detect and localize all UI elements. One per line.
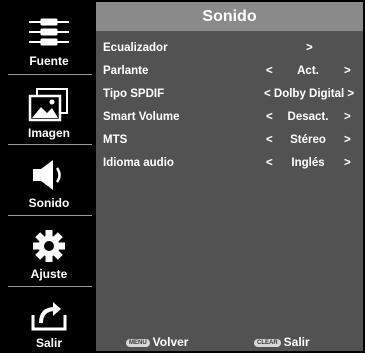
setting-row-mts[interactable]: MTS < Stéreo > bbox=[96, 132, 363, 150]
right-arrow-icon[interactable]: > bbox=[344, 157, 351, 169]
setting-value[interactable]: < Dolby Digital > bbox=[264, 88, 354, 100]
sidebar-item-label: Imagen bbox=[27, 126, 70, 140]
exit-label: Salir bbox=[283, 335, 310, 349]
left-arrow-icon[interactable]: < bbox=[266, 111, 273, 123]
footer-hints: MENU Volver CLEAR Salir bbox=[96, 333, 363, 351]
setting-value: Act. bbox=[297, 65, 319, 77]
sidebar: Fuente Imagen Sonido Ajuste Salir bbox=[2, 2, 96, 353]
setting-label: Idioma audio bbox=[103, 157, 174, 169]
divider bbox=[8, 144, 92, 145]
back-label: Volver bbox=[152, 335, 189, 349]
picture-icon bbox=[27, 86, 71, 124]
exit-icon bbox=[27, 296, 71, 334]
back-hint[interactable]: MENU Volver bbox=[126, 335, 188, 349]
right-arrow-icon[interactable]: > bbox=[344, 65, 351, 77]
setting-row-smart-volume[interactable]: Smart Volume < Desact. > bbox=[96, 109, 363, 127]
right-arrow-icon[interactable]: > bbox=[344, 111, 351, 123]
setting-value: Stéreo bbox=[290, 134, 326, 146]
setting-label: MTS bbox=[103, 134, 128, 146]
enter-arrow-icon[interactable]: > bbox=[306, 42, 313, 54]
setting-row-parlante[interactable]: Parlante < Act. > bbox=[96, 63, 363, 81]
setting-label: Ecualizador bbox=[103, 42, 168, 54]
panel-title: Sonido bbox=[96, 2, 363, 31]
tv-osd-menu: Fuente Imagen Sonido Ajuste Salir Sonido… bbox=[0, 0, 365, 353]
left-arrow-icon[interactable]: < bbox=[266, 134, 273, 146]
setting-label: Parlante bbox=[103, 65, 149, 77]
sidebar-item-label: Salir bbox=[35, 336, 62, 350]
left-arrow-icon[interactable]: < bbox=[266, 157, 273, 169]
right-arrow-icon[interactable]: > bbox=[344, 134, 351, 146]
divider bbox=[8, 215, 92, 216]
setting-row-tipo-spdif[interactable]: Tipo SPDIF < Dolby Digital > bbox=[96, 86, 363, 104]
menu-key-icon: MENU bbox=[126, 338, 150, 347]
speaker-icon bbox=[27, 156, 71, 194]
divider bbox=[8, 74, 92, 75]
sound-settings-panel: Sonido Ecualizador > Parlante < Act. > T… bbox=[96, 2, 363, 351]
left-arrow-icon[interactable]: < bbox=[266, 65, 273, 77]
divider bbox=[8, 286, 92, 287]
setting-row-idioma-audio[interactable]: Idioma audio < Inglés > bbox=[96, 155, 363, 173]
sidebar-item-imagen[interactable]: Imagen bbox=[4, 78, 94, 140]
clear-key-icon: CLEAR bbox=[254, 338, 281, 347]
sidebar-item-fuente[interactable]: Fuente bbox=[4, 6, 94, 68]
sidebar-item-salir[interactable]: Salir bbox=[4, 290, 94, 350]
sidebar-item-sonido[interactable]: Sonido bbox=[4, 148, 94, 210]
setting-value: Desact. bbox=[287, 111, 329, 123]
sidebar-item-ajuste[interactable]: Ajuste bbox=[4, 219, 94, 281]
setting-row-ecualizador[interactable]: Ecualizador > bbox=[96, 40, 363, 58]
sidebar-item-label: Ajuste bbox=[30, 267, 68, 281]
setting-label: Tipo SPDIF bbox=[103, 88, 165, 100]
sidebar-item-label: Fuente bbox=[29, 54, 69, 68]
setting-label: Smart Volume bbox=[103, 111, 180, 123]
exit-hint[interactable]: CLEAR Salir bbox=[254, 335, 310, 349]
setting-value: Inglés bbox=[291, 157, 325, 169]
gear-icon bbox=[27, 227, 71, 265]
source-connector-icon bbox=[27, 14, 71, 52]
sidebar-item-label: Sonido bbox=[28, 196, 70, 210]
